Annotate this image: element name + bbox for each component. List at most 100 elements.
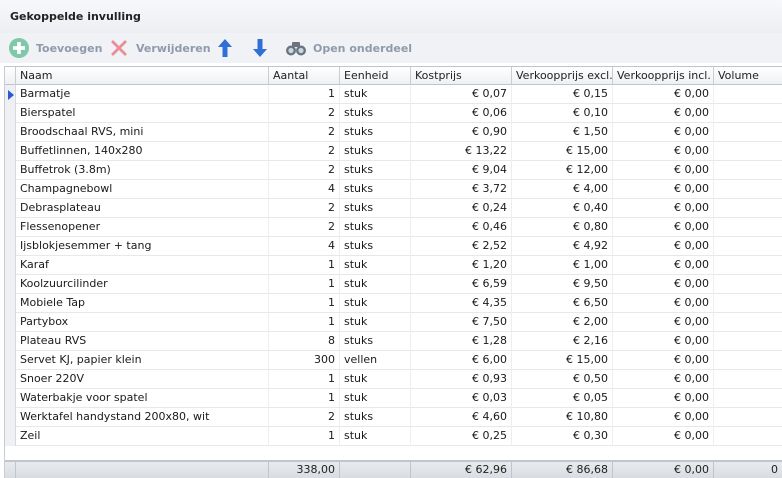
cell-qty[interactable]: 2: [269, 161, 340, 180]
cell-name[interactable]: Werktafel handystand 200x80, wit: [16, 408, 269, 427]
table-row[interactable]: Zeil 1 stuk € 0,25 € 0,30 € 0,00: [5, 427, 782, 446]
cell-qty[interactable]: 2: [269, 123, 340, 142]
table-row[interactable]: Waterbakje voor spatel 1 stuk € 0,03 € 0,05 €…: [5, 389, 782, 408]
column-header-unit[interactable]: Eenheid: [340, 67, 411, 85]
cell-cost[interactable]: € 3,72: [411, 180, 512, 199]
cell-cost[interactable]: € 6,00: [411, 351, 512, 370]
cell-name[interactable]: Servet KJ, papier klein: [16, 351, 269, 370]
cell-qty[interactable]: 2: [269, 104, 340, 123]
cell-price-incl[interactable]: € 0,00: [613, 370, 714, 389]
cell-qty[interactable]: 1: [269, 275, 340, 294]
cell-unit[interactable]: stuk: [340, 389, 411, 408]
cell-unit[interactable]: stuk: [340, 427, 411, 446]
cell-price-incl[interactable]: € 0,00: [613, 123, 714, 142]
cell-volume[interactable]: [714, 275, 782, 294]
open-part-button[interactable]: Open onderdeel: [285, 33, 412, 63]
cell-unit[interactable]: stuks: [340, 180, 411, 199]
cell-price-incl[interactable]: € 0,00: [613, 275, 714, 294]
cell-price-excl[interactable]: € 0,15: [512, 85, 613, 104]
cell-name[interactable]: Karaf: [16, 256, 269, 275]
move-down-button[interactable]: [249, 33, 271, 63]
cell-price-incl[interactable]: € 0,00: [613, 85, 714, 104]
cell-unit[interactable]: stuks: [340, 237, 411, 256]
table-row[interactable]: Buffetrok (3.8m) 2 stuks € 9,04 € 12,00 € 0,0…: [5, 161, 782, 180]
cell-price-excl[interactable]: € 1,00: [512, 256, 613, 275]
cell-unit[interactable]: stuks: [340, 161, 411, 180]
cell-unit[interactable]: vellen: [340, 351, 411, 370]
cell-unit[interactable]: stuk: [340, 313, 411, 332]
cell-name[interactable]: Plateau RVS: [16, 332, 269, 351]
cell-qty[interactable]: 4: [269, 180, 340, 199]
table-row[interactable]: Broodschaal RVS, mini 2 stuks € 0,90 € 1,50 €…: [5, 123, 782, 142]
cell-unit[interactable]: stuks: [340, 408, 411, 427]
cell-cost[interactable]: € 0,06: [411, 104, 512, 123]
cell-name[interactable]: Buffetrok (3.8m): [16, 161, 269, 180]
cell-cost[interactable]: € 13,22: [411, 142, 512, 161]
cell-price-incl[interactable]: € 0,00: [613, 332, 714, 351]
cell-price-excl[interactable]: € 15,00: [512, 142, 613, 161]
cell-volume[interactable]: [714, 123, 782, 142]
cell-price-incl[interactable]: € 0,00: [613, 351, 714, 370]
cell-price-incl[interactable]: € 0,00: [613, 237, 714, 256]
cell-volume[interactable]: [714, 161, 782, 180]
cell-cost[interactable]: € 0,03: [411, 389, 512, 408]
table-row[interactable]: Servet KJ, papier klein 300 vellen € 6,00 € …: [5, 351, 782, 370]
cell-volume[interactable]: [714, 408, 782, 427]
cell-unit[interactable]: stuks: [340, 104, 411, 123]
table-row[interactable]: Partybox 1 stuk € 7,50 € 2,00 € 0,00: [5, 313, 782, 332]
cell-price-incl[interactable]: € 0,00: [613, 104, 714, 123]
cell-qty[interactable]: 2: [269, 408, 340, 427]
cell-price-incl[interactable]: € 0,00: [613, 161, 714, 180]
table-row[interactable]: Flessenopener 2 stuks € 0,46 € 0,80 € 0,00: [5, 218, 782, 237]
table-row[interactable]: Karaf 1 stuk € 1,20 € 1,00 € 0,00: [5, 256, 782, 275]
table-row[interactable]: Bierspatel 2 stuks € 0,06 € 0,10 € 0,00: [5, 104, 782, 123]
cell-volume[interactable]: [714, 332, 782, 351]
cell-volume[interactable]: [714, 142, 782, 161]
cell-cost[interactable]: € 0,25: [411, 427, 512, 446]
cell-unit[interactable]: stuks: [340, 332, 411, 351]
cell-cost[interactable]: € 4,35: [411, 294, 512, 313]
cell-volume[interactable]: [714, 218, 782, 237]
cell-price-excl[interactable]: € 0,05: [512, 389, 613, 408]
cell-price-excl[interactable]: € 10,80: [512, 408, 613, 427]
table-row[interactable]: Buffetlinnen, 140x280 2 stuks € 13,22 € 15,0…: [5, 142, 782, 161]
cell-qty[interactable]: 1: [269, 313, 340, 332]
move-up-button[interactable]: [214, 33, 236, 63]
cell-price-incl[interactable]: € 0,00: [613, 199, 714, 218]
cell-name[interactable]: Buffetlinnen, 140x280: [16, 142, 269, 161]
cell-price-incl[interactable]: € 0,00: [613, 408, 714, 427]
cell-name[interactable]: Zeil: [16, 427, 269, 446]
cell-cost[interactable]: € 0,24: [411, 199, 512, 218]
cell-qty[interactable]: 8: [269, 332, 340, 351]
cell-price-incl[interactable]: € 0,00: [613, 294, 714, 313]
cell-qty[interactable]: 2: [269, 218, 340, 237]
table-row[interactable]: Mobiele Tap 1 stuk € 4,35 € 6,50 € 0,00: [5, 294, 782, 313]
column-header-qty[interactable]: Aantal: [269, 67, 340, 85]
cell-unit[interactable]: stuks: [340, 142, 411, 161]
cell-volume[interactable]: [714, 351, 782, 370]
column-header-cost[interactable]: Kostprijs: [411, 67, 512, 85]
cell-cost[interactable]: € 0,93: [411, 370, 512, 389]
cell-name[interactable]: Snoer 220V: [16, 370, 269, 389]
cell-volume[interactable]: [714, 294, 782, 313]
cell-cost[interactable]: € 1,20: [411, 256, 512, 275]
cell-unit[interactable]: stuk: [340, 294, 411, 313]
cell-volume[interactable]: [714, 256, 782, 275]
table-row[interactable]: Snoer 220V 1 stuk € 0,93 € 0,50 € 0,00: [5, 370, 782, 389]
table-row[interactable]: Ijsblokjesemmer + tang 4 stuks € 2,52 € 4,92…: [5, 237, 782, 256]
cell-price-excl[interactable]: € 12,00: [512, 161, 613, 180]
add-button[interactable]: Toevoegen: [8, 33, 102, 63]
cell-price-incl[interactable]: € 0,00: [613, 180, 714, 199]
column-header-price-incl[interactable]: Verkoopprijs incl.: [613, 67, 714, 85]
cell-cost[interactable]: € 6,59: [411, 275, 512, 294]
cell-volume[interactable]: [714, 389, 782, 408]
cell-unit[interactable]: stuk: [340, 256, 411, 275]
cell-cost[interactable]: € 1,28: [411, 332, 512, 351]
cell-volume[interactable]: [714, 104, 782, 123]
cell-price-incl[interactable]: € 0,00: [613, 389, 714, 408]
cell-name[interactable]: Champagnebowl: [16, 180, 269, 199]
cell-volume[interactable]: [714, 199, 782, 218]
cell-cost[interactable]: € 2,52: [411, 237, 512, 256]
cell-price-incl[interactable]: € 0,00: [613, 218, 714, 237]
cell-qty[interactable]: 1: [269, 294, 340, 313]
